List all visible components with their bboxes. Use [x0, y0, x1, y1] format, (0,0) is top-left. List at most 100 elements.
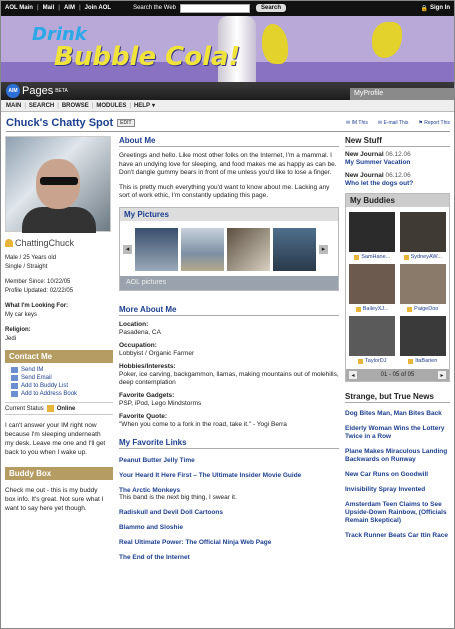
aim-link[interactable]: AIM — [64, 5, 75, 11]
aim-logo-icon: AIM — [6, 84, 20, 98]
left-column: ChattingChuck Male / 25 Years old Single… — [5, 136, 113, 513]
buddy-card[interactable]: SamHane... — [349, 212, 396, 260]
buddy-name-text: BaileyXJ... — [362, 306, 389, 312]
chevron-left-icon[interactable]: ◂ — [123, 244, 132, 254]
occupation-label: Occupation: — [119, 341, 157, 349]
news-link[interactable]: Dog Bites Man, Man Bites Back — [345, 410, 450, 418]
chevron-right-icon[interactable]: ▸ — [437, 371, 446, 379]
link-description: This band is the next big thing, I swear… — [119, 493, 237, 501]
add-to-buddy-list-link[interactable]: Add to Buddy List — [11, 382, 113, 390]
favorite-link[interactable]: The Arctic Monkeys — [119, 487, 339, 494]
favorite-link[interactable]: Peanut Butter Jelly Time — [119, 457, 339, 464]
menu-main[interactable]: MAIN — [6, 103, 21, 109]
new-stuff-list: New Journal 06.12.06 My Summer Vacation N… — [345, 151, 450, 188]
buddy-card[interactable]: PaigeDoo — [399, 264, 447, 312]
buddy-card[interactable]: TaylorDJ — [349, 316, 396, 364]
news-link[interactable]: New Car Runs on Goodwill — [345, 471, 450, 479]
join-aol-link[interactable]: Join AOL — [85, 5, 111, 11]
buddy-name-text: SamHane... — [361, 254, 391, 260]
news-link[interactable]: Track Runner Beats Car ttin Race — [345, 532, 450, 540]
address-book-icon — [11, 391, 18, 397]
email-icon — [11, 375, 18, 381]
favorite-link[interactable]: Real Ultimate Power: The Official Ninja … — [119, 539, 339, 546]
buddy-card[interactable]: ItaBarien — [399, 316, 447, 364]
chevron-right-icon[interactable]: ▸ — [319, 244, 328, 254]
edit-button[interactable]: EDIT — [117, 119, 135, 127]
aim-icon — [354, 254, 360, 260]
strange-news-heading: Strange, but True News — [345, 392, 450, 403]
aim-icon — [355, 306, 361, 312]
report-this-link[interactable]: ⚑ Report This — [418, 120, 450, 126]
aim-icon — [403, 254, 409, 260]
news-link[interactable]: Plane Makes Miraculous Landing Backwards… — [345, 448, 450, 464]
journal-label: New Journal — [345, 151, 384, 158]
favorite-link[interactable]: Blammo and Sloshie — [119, 524, 339, 531]
main-menu: MAIN | SEARCH | BROWSE | MODULES | HELP ▾ — [0, 100, 455, 112]
aim-buddy-icon — [5, 239, 13, 247]
my-profile-tab[interactable]: MyProfile — [350, 88, 455, 100]
buddy-card[interactable]: BaileyXJ... — [349, 264, 396, 312]
divider: | — [91, 102, 94, 109]
age-gender: Male / 25 Years old — [5, 255, 57, 261]
screen-name[interactable]: ChattingChuck — [5, 238, 113, 248]
aim-icon — [407, 306, 413, 312]
buddy-photo — [349, 264, 396, 304]
buddy-name-text: ItaBarien — [415, 358, 438, 364]
menu-help[interactable]: HELP — [134, 103, 150, 109]
menu-search[interactable]: SEARCH — [29, 103, 54, 109]
favorite-link[interactable]: Radiskull and Devil Doll Cartoons — [119, 509, 339, 516]
email-this-link[interactable]: ✉ E-mail This — [378, 120, 409, 126]
location-label: Location: — [119, 320, 149, 328]
occupation-value: Lobbyist / Organic Farmer — [119, 349, 195, 357]
menu-browse[interactable]: BROWSE — [62, 103, 89, 109]
more-about-me-body: Location: Pasadena, CA Occupation: Lobby… — [119, 321, 339, 429]
news-link[interactable]: Elderly Woman Wins the Lottery Twice in … — [345, 425, 450, 441]
picture-thumbnail[interactable] — [227, 227, 270, 271]
aol-pictures-logo[interactable]: AOL pictures — [120, 275, 338, 290]
sign-in-link[interactable]: 🔒 Sign In — [421, 5, 450, 12]
favorite-link[interactable]: Your Heard It Here First – The Ultimate … — [119, 472, 339, 479]
journal-link[interactable]: Who let the dogs out? — [345, 180, 413, 187]
divider: | — [36, 5, 39, 11]
buddy-name-text: SydneyAW... — [410, 254, 442, 260]
favorite-link[interactable]: The End of the Internet — [119, 554, 339, 561]
beta-badge: BETA — [55, 88, 68, 94]
chevron-left-icon[interactable]: ◂ — [349, 371, 357, 379]
divider: | — [57, 102, 59, 109]
search-button[interactable]: Search — [256, 4, 287, 12]
my-pictures-module: My Pictures ◂ ▸ AOL pictures — [119, 206, 339, 291]
strange-news-section: Strange, but True News Dog Bites Man, Ma… — [345, 392, 450, 540]
im-this-link[interactable]: ✉ IM This — [346, 120, 368, 126]
send-email-label: Send Email — [21, 375, 52, 381]
page-tools: ✉ IM This ✉ E-mail This ⚑ Report This — [346, 120, 450, 126]
bubble-cola-ad-banner[interactable]: Drink Bubble Cola! — [0, 16, 455, 82]
picture-thumbnail[interactable] — [135, 227, 178, 271]
photo-shirt — [22, 207, 96, 233]
menu-modules[interactable]: MODULES — [96, 103, 126, 109]
new-stuff-heading: New Stuff — [345, 136, 450, 147]
mail-link[interactable]: Mail — [43, 5, 55, 11]
news-link[interactable]: Amsterdam Teen Claims to See Upside-Down… — [345, 501, 450, 525]
more-about-me-heading: More About Me — [119, 305, 339, 316]
buddy-card[interactable]: SydneyAW... — [399, 212, 447, 260]
send-im-link[interactable]: Send IM — [11, 366, 113, 374]
aim-pages-header: AIM Pages BETA MyProfile — [0, 82, 455, 100]
send-email-link[interactable]: Send Email — [11, 374, 113, 382]
picture-thumbnail[interactable] — [273, 227, 316, 271]
ad-headline: Bubble Cola! — [54, 42, 241, 72]
journal-link[interactable]: My Summer Vacation — [345, 159, 410, 166]
pictures-carousel: ◂ ▸ — [120, 221, 338, 276]
search-input[interactable] — [180, 3, 250, 13]
picture-thumbnail[interactable] — [181, 227, 224, 271]
divider: | — [58, 5, 60, 11]
aim-icon — [408, 358, 414, 364]
news-link[interactable]: Invisibility Spray Invented — [345, 486, 450, 494]
buddy-photo — [349, 212, 396, 252]
religion-value: Jedi — [5, 336, 17, 342]
add-to-address-book-link[interactable]: Add to Address Book — [11, 390, 113, 398]
profile-info: Male / 25 Years old Single / Straight Me… — [5, 254, 113, 344]
favorite-links-heading: My Favorite Links — [119, 438, 339, 449]
aol-main-link[interactable]: AOL Main — [5, 5, 33, 11]
aim-pages-logo[interactable]: AIM Pages BETA — [6, 84, 68, 98]
dancer-figure — [372, 22, 402, 58]
